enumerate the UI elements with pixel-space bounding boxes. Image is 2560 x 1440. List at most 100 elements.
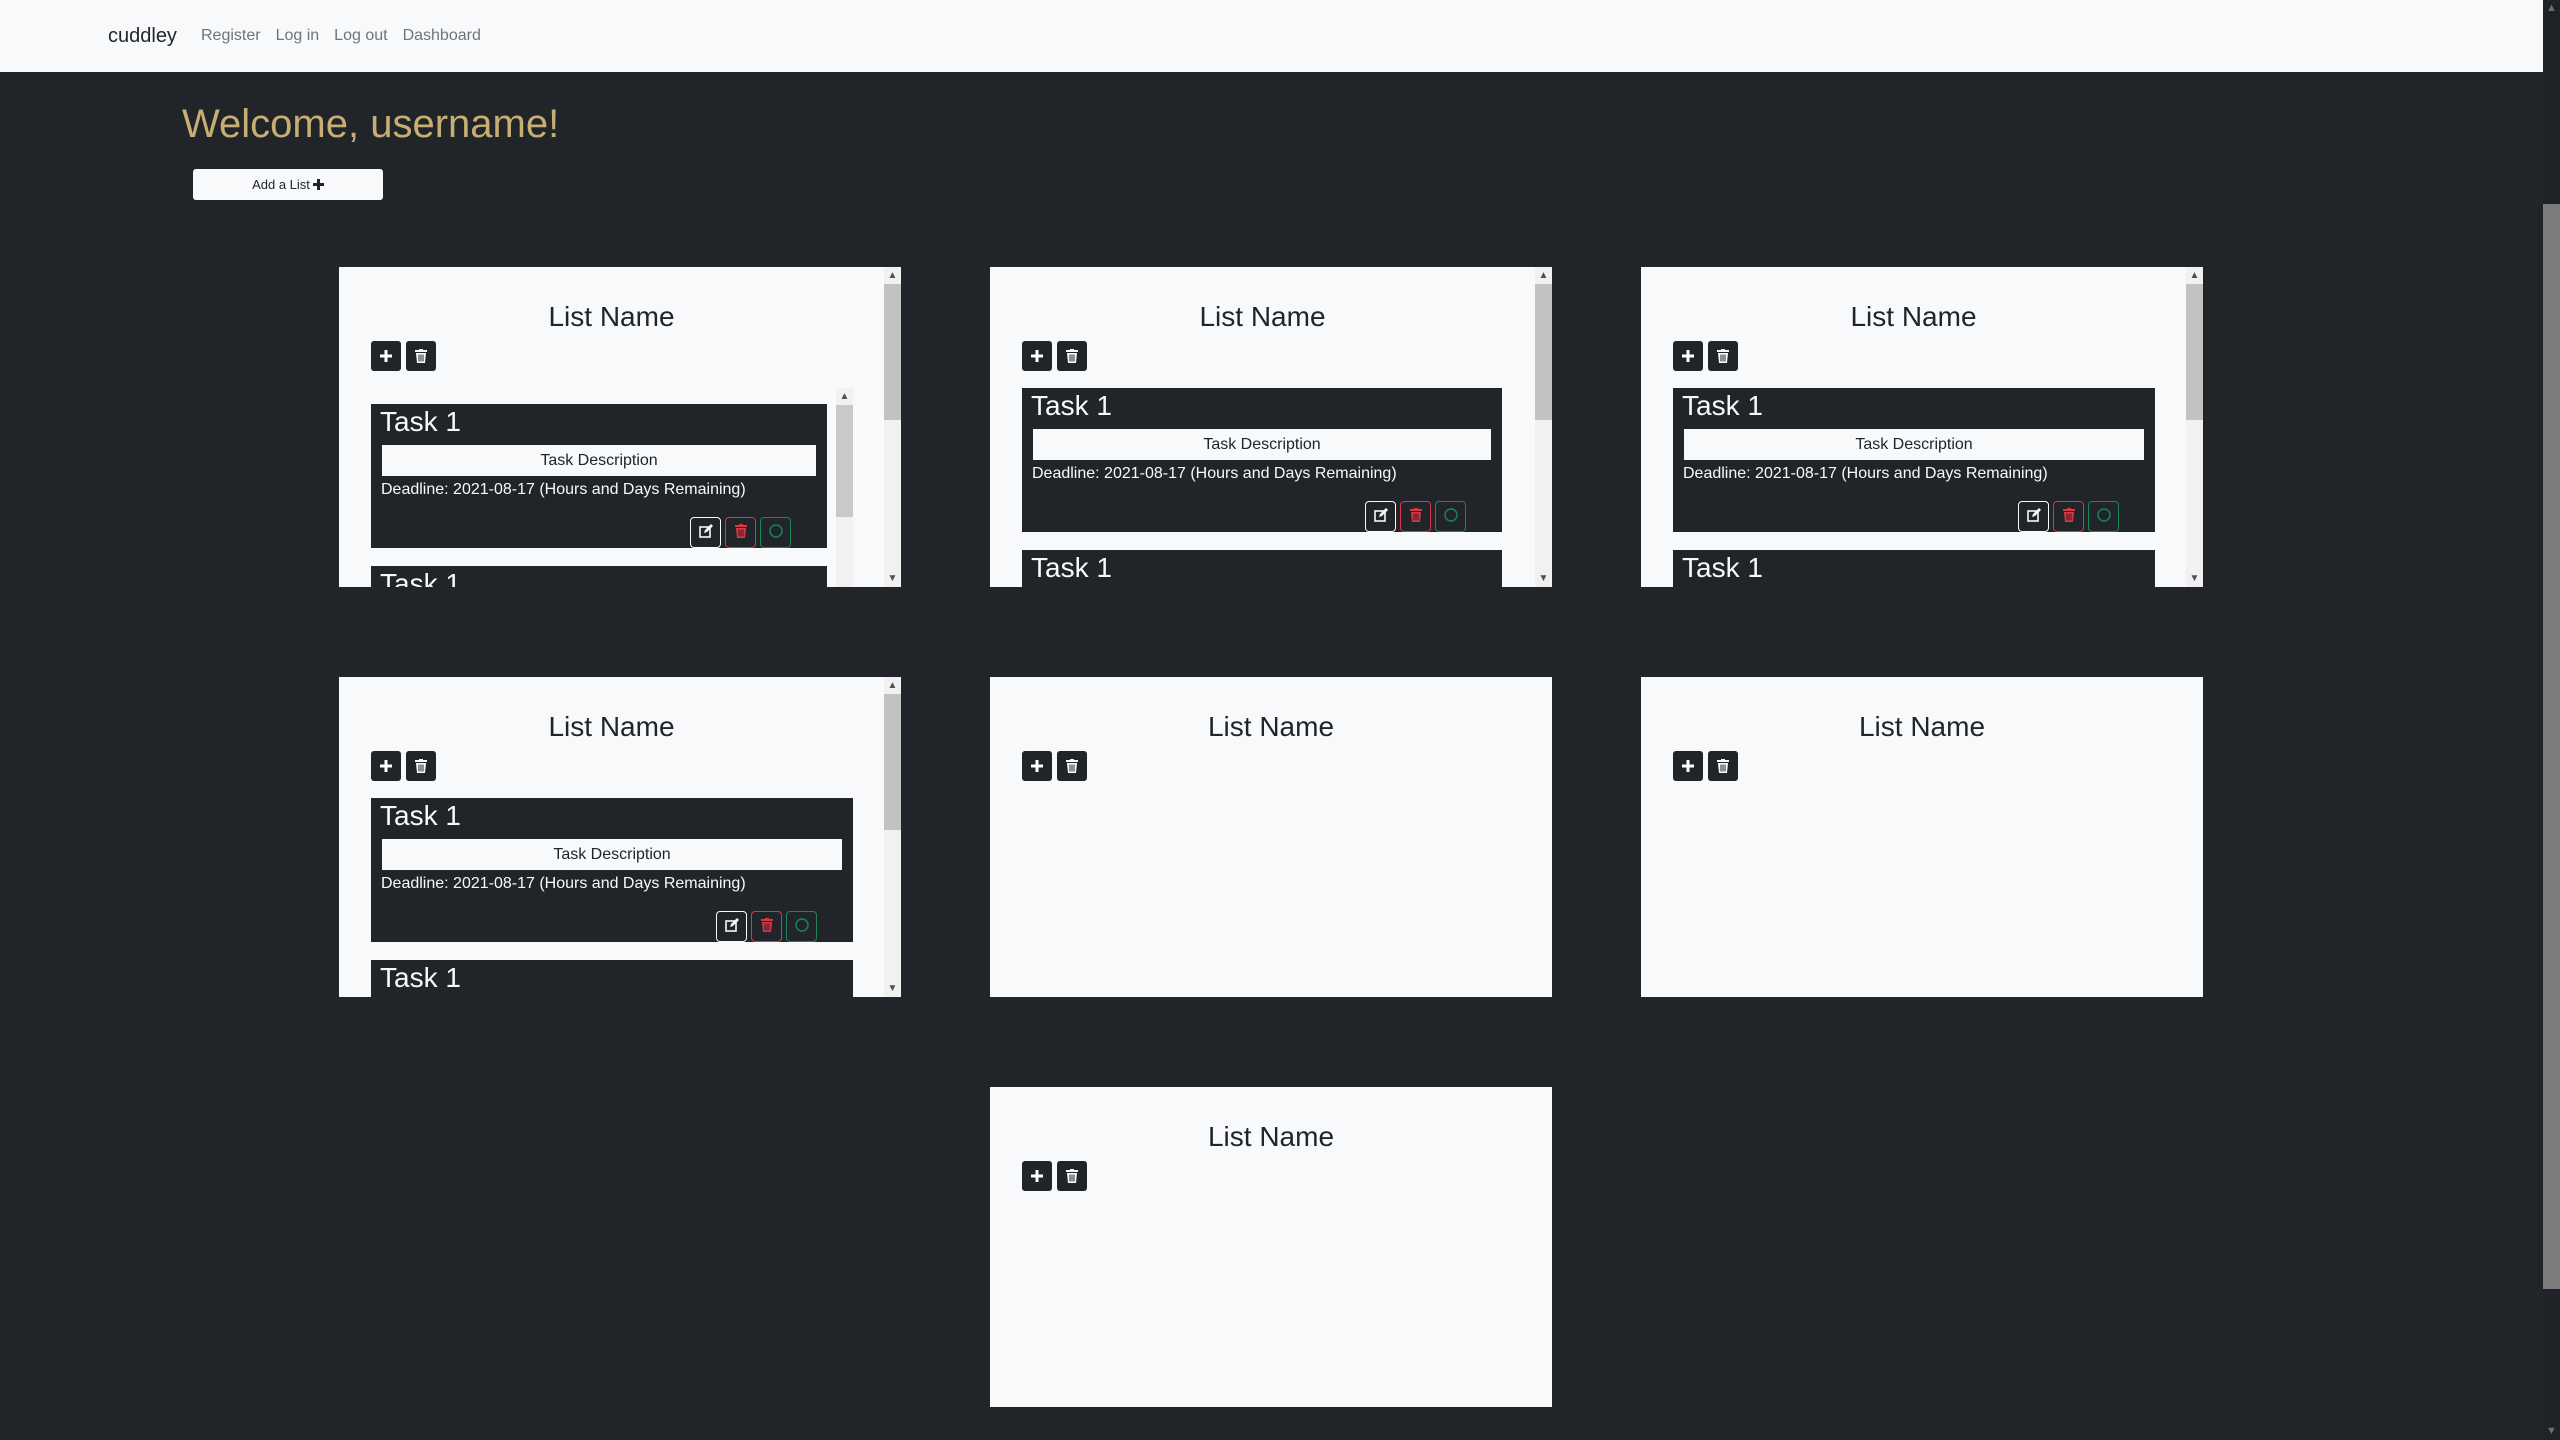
add-list-button[interactable]: Add a List — [193, 169, 383, 200]
tasks-scrollbar-thumb[interactable] — [836, 405, 853, 517]
scroll-up-arrow-icon[interactable]: ▲ — [1535, 267, 1552, 284]
delete-task-button[interactable] — [2053, 501, 2084, 532]
add-task-button[interactable] — [1022, 751, 1052, 781]
delete-list-button[interactable] — [1057, 1161, 1087, 1191]
plus-icon — [312, 176, 324, 193]
circle-icon — [2096, 508, 2111, 525]
pencil-square-icon — [2026, 508, 2041, 525]
scroll-down-arrow-icon[interactable]: ▼ — [884, 980, 901, 997]
nav-links: Register Log in Log out Dashboard — [201, 24, 496, 48]
list-title: List Name — [1207, 711, 1335, 742]
list-title: List Name — [1850, 301, 1977, 332]
nav-login[interactable]: Log in — [276, 24, 320, 48]
add-task-button[interactable] — [371, 751, 401, 781]
list-card-2: List Name ▲ ▼ Task 1 Task Description Deadli… — [990, 267, 1552, 587]
task-card: Task 1 Task Description Deadline: 2021-08-… — [1022, 388, 1502, 532]
delete-list-button[interactable] — [1057, 751, 1087, 781]
delete-task-button[interactable] — [725, 517, 756, 548]
list-title: List Name — [1199, 301, 1326, 332]
task-title: Task 1 — [1682, 390, 1763, 421]
scroll-up-arrow-icon[interactable]: ▲ — [2543, 0, 2560, 17]
scroll-up-arrow-icon[interactable]: ▲ — [884, 677, 901, 694]
list-scrollbar[interactable]: ▲ ▼ — [884, 267, 901, 587]
complete-task-button[interactable] — [786, 911, 817, 942]
tasks-scrollbar[interactable]: ▲ — [836, 388, 853, 587]
list-actions — [371, 751, 436, 781]
task-deadline: Deadline: 2021-08-17 (Hours and Days Rem… — [1032, 465, 1397, 482]
task-actions — [1365, 501, 1466, 532]
list-scrollbar[interactable]: ▲ ▼ — [1535, 267, 1552, 587]
trash-icon — [1717, 759, 1729, 773]
task-title: Task 1 — [380, 406, 461, 437]
delete-list-button[interactable] — [1708, 751, 1738, 781]
list-title: List Name — [548, 711, 675, 742]
trash-icon — [415, 349, 427, 363]
nav-register[interactable]: Register — [201, 24, 261, 48]
add-task-button[interactable] — [1022, 1161, 1052, 1191]
add-task-button[interactable] — [371, 341, 401, 371]
add-task-button[interactable] — [1022, 341, 1052, 371]
scroll-down-arrow-icon[interactable]: ▼ — [2186, 570, 2203, 587]
list-actions — [1022, 751, 1087, 781]
page-scrollbar[interactable]: ▲ ▼ — [2543, 0, 2560, 1440]
delete-task-button[interactable] — [751, 911, 782, 942]
scroll-up-arrow-icon[interactable]: ▲ — [884, 267, 901, 284]
nav-dashboard[interactable]: Dashboard — [403, 24, 481, 48]
list-card-6: List Name — [1641, 677, 2203, 997]
list-scrollbar-thumb[interactable] — [884, 694, 901, 830]
delete-list-button[interactable] — [1708, 341, 1738, 371]
task-card: Task 1 — [1022, 550, 1502, 587]
add-task-button[interactable] — [1673, 341, 1703, 371]
complete-task-button[interactable] — [1435, 501, 1466, 532]
list-card-5: List Name — [990, 677, 1552, 997]
trash-icon — [734, 524, 747, 541]
list-scrollbar[interactable]: ▲ ▼ — [2186, 267, 2203, 587]
complete-task-button[interactable] — [2088, 501, 2119, 532]
task-title: Task 1 — [380, 800, 461, 831]
page-scrollbar-thumb[interactable] — [2543, 204, 2560, 1289]
list-scrollbar-thumb[interactable] — [884, 284, 901, 420]
task-title: Task 1 — [1031, 552, 1112, 583]
delete-task-button[interactable] — [1400, 501, 1431, 532]
scroll-down-arrow-icon[interactable]: ▼ — [2543, 1423, 2560, 1440]
circle-icon — [794, 918, 809, 935]
edit-task-button[interactable] — [690, 517, 721, 548]
edit-task-button[interactable] — [716, 911, 747, 942]
edit-task-button[interactable] — [1365, 501, 1396, 532]
trash-icon — [2062, 508, 2075, 525]
task-card: Task 1 Task Description Deadline: 2021-08-… — [1673, 388, 2155, 532]
welcome-heading: Welcome, username! — [182, 102, 560, 146]
complete-task-button[interactable] — [760, 517, 791, 548]
plus-icon — [1031, 760, 1043, 772]
brand-link[interactable]: cuddley — [108, 22, 177, 50]
scroll-down-arrow-icon[interactable]: ▼ — [1535, 570, 1552, 587]
edit-task-button[interactable] — [2018, 501, 2049, 532]
task-card: Task 1 — [371, 566, 827, 587]
list-card-1: List Name ▲ ▼ ▲ Task 1 Task Description Deadl… — [339, 267, 901, 587]
list-scrollbar-thumb[interactable] — [1535, 284, 1552, 420]
task-deadline: Deadline: 2021-08-17 (Hours and Days Rem… — [1683, 465, 2048, 482]
task-title: Task 1 — [1682, 552, 1763, 583]
delete-list-button[interactable] — [406, 341, 436, 371]
plus-icon — [380, 350, 392, 362]
list-actions — [1022, 1161, 1087, 1191]
task-deadline: Deadline: 2021-08-17 (Hours and Days Rem… — [381, 481, 746, 498]
trash-icon — [1066, 349, 1078, 363]
scroll-up-arrow-icon[interactable]: ▲ — [836, 388, 853, 405]
plus-icon — [1682, 760, 1694, 772]
trash-icon — [760, 918, 773, 935]
delete-list-button[interactable] — [406, 751, 436, 781]
list-actions — [1022, 341, 1087, 371]
scroll-up-arrow-icon[interactable]: ▲ — [2186, 267, 2203, 284]
list-card-7: List Name — [990, 1087, 1552, 1407]
nav-logout[interactable]: Log out — [334, 24, 387, 48]
scroll-down-arrow-icon[interactable]: ▼ — [884, 570, 901, 587]
task-card: Task 1 Task Description Deadline: 2021-08-… — [371, 404, 827, 548]
navbar: cuddley Register Log in Log out Dashboar… — [0, 0, 2543, 72]
delete-list-button[interactable] — [1057, 341, 1087, 371]
task-actions — [716, 911, 817, 942]
pencil-square-icon — [698, 524, 713, 541]
add-task-button[interactable] — [1673, 751, 1703, 781]
list-scrollbar-thumb[interactable] — [2186, 284, 2203, 420]
list-scrollbar[interactable]: ▲ ▼ — [884, 677, 901, 997]
